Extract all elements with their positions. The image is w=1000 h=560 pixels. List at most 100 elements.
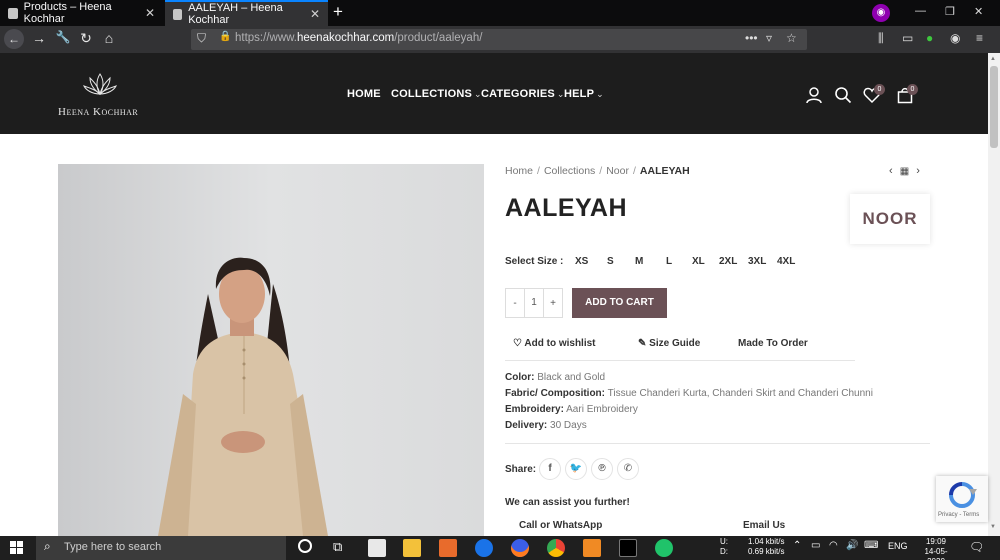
new-tab-button[interactable]: + [333, 2, 343, 22]
size-option-s[interactable]: S [607, 256, 614, 267]
scrollbar-thumb[interactable] [990, 66, 998, 148]
cart-count-badge: 0 [907, 84, 918, 95]
breadcrumb-home[interactable]: Home [505, 165, 533, 177]
menu-icon[interactable]: ≡ [976, 31, 983, 45]
size-option-xl[interactable]: XL [692, 256, 705, 267]
language-indicator[interactable]: ENG [888, 541, 908, 551]
qty-input[interactable]: 1 [524, 289, 544, 317]
task-view-icon[interactable]: ⧉ [333, 539, 342, 555]
detail-value: Tissue Chanderi Kurta, Chanderi Skirt an… [607, 388, 873, 399]
call-whatsapp-label[interactable]: Call or WhatsApp [519, 520, 602, 531]
logo-text[interactable]: Heena Kochhar [58, 106, 138, 118]
recaptcha-links[interactable]: Privacy - Terms [938, 512, 979, 518]
wifi-icon[interactable]: ◠ [829, 540, 838, 551]
xampp-icon[interactable] [439, 539, 457, 557]
prev-product-icon[interactable]: ‹ [889, 165, 893, 177]
reload-icon[interactable]: ↻ [76, 30, 96, 47]
close-tab-icon[interactable]: ✕ [310, 7, 320, 21]
made-to-order-link[interactable]: Made To Order [738, 338, 808, 349]
url-prefix: https://www. [235, 32, 297, 44]
volume-icon[interactable]: 🔊 [846, 540, 858, 551]
scroll-up-icon[interactable]: ▲ [990, 56, 996, 62]
store-icon[interactable] [368, 539, 386, 557]
close-window-icon[interactable]: ✕ [974, 5, 983, 18]
breadcrumb-current: AALEYAH [639, 165, 690, 177]
size-guide-link[interactable]: ✎ Size Guide [638, 338, 700, 349]
detail-value: Aari Embroidery [566, 404, 638, 415]
minimize-icon[interactable]: — [915, 5, 926, 17]
chrome-icon[interactable] [547, 539, 565, 557]
cortana-icon[interactable] [298, 539, 312, 553]
whatsapp-desktop-icon[interactable] [655, 539, 673, 557]
clock[interactable]: 19:0914-05-2020 [916, 537, 956, 560]
next-product-icon[interactable]: › [916, 165, 920, 177]
size-option-l[interactable]: L [666, 256, 672, 267]
quantity-stepper: - 1 + [505, 288, 563, 318]
nav-collections[interactable]: COLLECTIONS ⌄ [391, 88, 482, 100]
bookmark-star-icon[interactable]: ☆ [786, 31, 797, 45]
lock-icon: 🔒 [219, 31, 232, 42]
qty-increase-button[interactable]: + [544, 298, 562, 309]
nav-label: COLLECTIONS [391, 88, 473, 100]
email-us-label[interactable]: Email Us [743, 520, 785, 531]
extension-icon[interactable]: ● [926, 31, 933, 45]
file-explorer-icon[interactable] [403, 539, 421, 557]
more-actions-icon[interactable]: ••• [745, 31, 758, 45]
nav-help[interactable]: HELP ⌄ [564, 88, 604, 100]
nav-categories[interactable]: CATEGORIES ⌄ [481, 88, 565, 100]
product-title: AALEYAH [505, 194, 628, 222]
product-image[interactable] [58, 164, 484, 536]
browser-tab[interactable]: Products – Heena Kochhar ✕ [0, 0, 163, 26]
nav-label: HOME [347, 88, 381, 100]
firefox-icon[interactable] [511, 539, 529, 557]
url-text[interactable]: https://www.heenakochhar.com/product/aal… [235, 32, 482, 44]
facebook-icon[interactable]: f [539, 458, 561, 480]
forward-icon[interactable]: → [29, 30, 49, 46]
grid-view-icon[interactable]: ▦ [900, 166, 909, 177]
browser-tab-active[interactable]: AALEYAH – Heena Kochhar ✕ [165, 0, 328, 26]
share-label: Share: [505, 464, 537, 475]
back-icon[interactable]: ← [4, 29, 24, 49]
home-icon[interactable]: ⌂ [99, 30, 119, 46]
size-option-xs[interactable]: XS [575, 256, 588, 267]
maximize-icon[interactable]: ❐ [945, 5, 955, 18]
size-option-2xl[interactable]: 2XL [719, 256, 737, 267]
size-option-3xl[interactable]: 3XL [748, 256, 766, 267]
terminal-icon[interactable] [619, 539, 637, 557]
search-icon[interactable] [834, 86, 852, 104]
keyboard-icon[interactable]: ⌨ [864, 540, 878, 551]
edge-icon[interactable] [475, 539, 493, 557]
wrench-icon[interactable]: 🔧 [53, 30, 73, 44]
whatsapp-icon[interactable]: ✆ [617, 458, 639, 480]
windows-start-icon[interactable] [10, 541, 23, 554]
lotus-logo-icon[interactable] [82, 70, 118, 100]
collection-badge[interactable]: NOOR [850, 194, 930, 244]
scroll-down-icon[interactable]: ▼ [990, 524, 996, 530]
user-icon[interactable] [805, 86, 823, 104]
sidebar-icon[interactable]: ▭ [902, 31, 913, 45]
close-tab-icon[interactable]: ✕ [145, 6, 155, 20]
chevron-up-icon[interactable]: ⌃ [793, 540, 801, 551]
breadcrumb-noor[interactable]: Noor [606, 165, 629, 177]
add-to-wishlist-link[interactable]: ♡ Add to wishlist [513, 338, 596, 349]
sublime-text-icon[interactable] [583, 539, 601, 557]
size-option-m[interactable]: M [635, 256, 643, 267]
battery-icon[interactable]: ▭ [811, 540, 820, 551]
model-photo-illustration [158, 257, 328, 536]
pocket-icon[interactable]: ▿ [766, 31, 772, 45]
account-icon[interactable]: ◉ [950, 31, 960, 45]
add-to-cart-button[interactable]: ADD TO CART [572, 288, 667, 318]
twitter-icon[interactable]: 🐦 [565, 458, 587, 480]
notifications-icon[interactable]: 🗨 [969, 540, 984, 554]
size-option-4xl[interactable]: 4XL [777, 256, 795, 267]
nav-home[interactable]: HOME [347, 88, 381, 100]
pinterest-icon[interactable]: ℗ [591, 458, 613, 480]
library-icon[interactable]: ⫼ [878, 31, 884, 46]
size-label: Select Size : [505, 256, 564, 267]
recaptcha-icon [949, 482, 977, 508]
shield-icon[interactable]: ⛉ [197, 31, 206, 46]
breadcrumb-collections[interactable]: Collections [544, 165, 595, 177]
qty-decrease-button[interactable]: - [506, 298, 524, 309]
assist-heading: We can assist you further! [505, 497, 630, 508]
size-guide-label: Size Guide [649, 338, 701, 349]
